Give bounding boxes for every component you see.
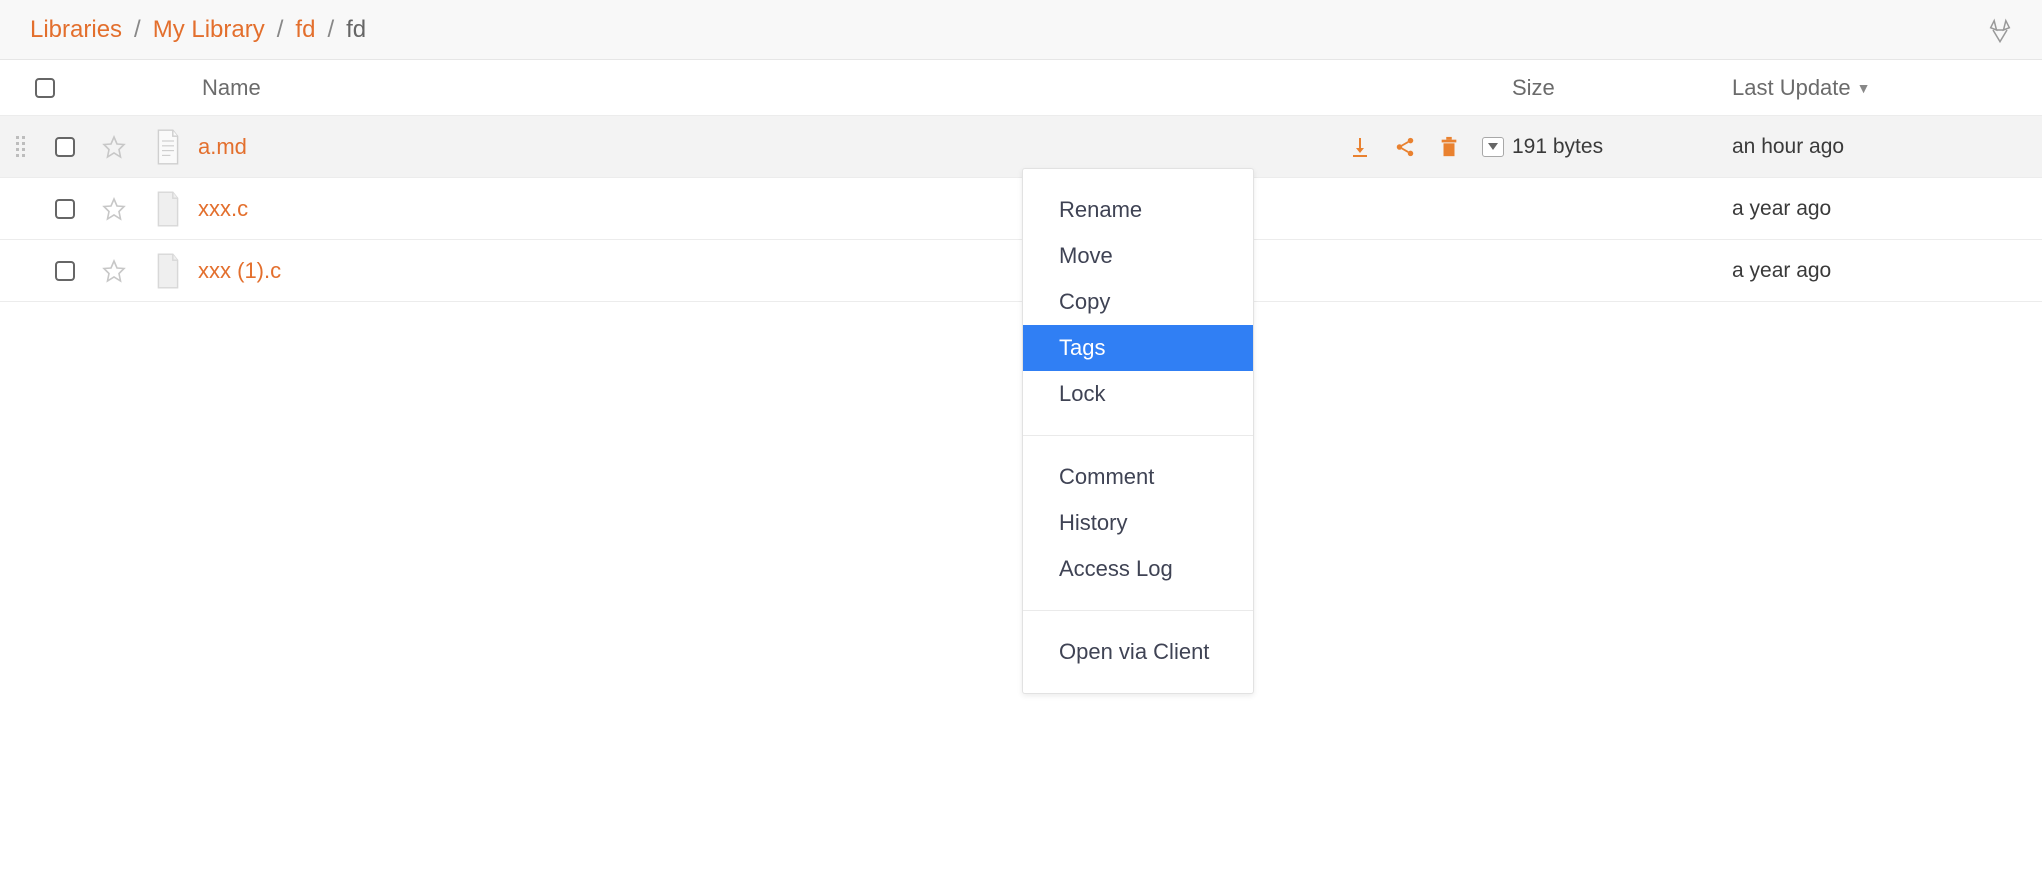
breadcrumb-bar: Libraries / My Library / fd / fd	[0, 0, 2042, 60]
table-row[interactable]: a.md 191 bytes an hour ago	[0, 116, 2042, 178]
file-blank-icon	[138, 253, 198, 289]
menu-item-move[interactable]: Move	[1023, 233, 1253, 279]
row-checkbox[interactable]	[55, 199, 75, 219]
row-checkbox[interactable]	[55, 261, 75, 281]
table-row[interactable]: xxx (1).c a year ago	[0, 240, 2042, 302]
drag-handle-icon[interactable]	[0, 136, 40, 157]
file-text-icon	[138, 129, 198, 165]
menu-separator	[1023, 435, 1253, 436]
menu-item-comment[interactable]: Comment	[1023, 454, 1253, 500]
menu-item-tags[interactable]: Tags	[1023, 325, 1253, 371]
download-icon[interactable]	[1348, 135, 1372, 159]
star-icon[interactable]	[90, 197, 138, 221]
menu-item-open-via-client[interactable]: Open via Client	[1023, 629, 1253, 675]
file-name-link[interactable]: xxx.c	[198, 196, 248, 221]
file-last-update: a year ago	[1732, 197, 2022, 221]
breadcrumb-current: fd	[346, 16, 366, 44]
menu-item-history[interactable]: History	[1023, 500, 1253, 546]
file-last-update: an hour ago	[1732, 135, 2022, 159]
star-icon[interactable]	[90, 135, 138, 159]
menu-item-rename[interactable]: Rename	[1023, 187, 1253, 233]
column-header-last-update[interactable]: Last Update ▼	[1732, 75, 2022, 101]
table-row[interactable]: xxx.c a year ago	[0, 178, 2042, 240]
breadcrumb-separator: /	[327, 16, 334, 44]
star-icon[interactable]	[90, 259, 138, 283]
menu-item-access-log[interactable]: Access Log	[1023, 546, 1253, 592]
share-icon[interactable]	[1394, 136, 1416, 158]
menu-separator	[1023, 610, 1253, 611]
breadcrumb-separator: /	[277, 16, 284, 44]
context-menu: RenameMoveCopyTagsLock CommentHistoryAcce…	[1022, 168, 1254, 694]
column-header-size[interactable]: Size	[1512, 75, 1732, 101]
menu-item-lock[interactable]: Lock	[1023, 371, 1253, 417]
select-all-checkbox[interactable]	[35, 78, 55, 98]
column-header-name[interactable]: Name	[198, 75, 1512, 101]
file-blank-icon	[138, 191, 198, 227]
row-checkbox[interactable]	[55, 137, 75, 157]
file-last-update: a year ago	[1732, 259, 2022, 283]
file-name-link[interactable]: a.md	[198, 134, 247, 160]
trash-icon[interactable]	[1438, 135, 1460, 159]
file-size: 191 bytes	[1512, 135, 1732, 159]
breadcrumb-separator: /	[134, 16, 141, 44]
breadcrumb: Libraries / My Library / fd / fd	[30, 16, 366, 44]
more-actions-button[interactable]	[1482, 137, 1504, 157]
row-actions	[1348, 135, 1512, 159]
table-header: Name Size Last Update ▼	[0, 60, 2042, 116]
breadcrumb-link-libraries[interactable]: Libraries	[30, 16, 122, 44]
file-name-link[interactable]: xxx (1).c	[198, 258, 281, 283]
breadcrumb-link-fd[interactable]: fd	[295, 16, 315, 44]
menu-item-copy[interactable]: Copy	[1023, 279, 1253, 325]
caret-down-icon: ▼	[1857, 80, 1871, 96]
recycle-icon[interactable]	[1986, 16, 2014, 44]
breadcrumb-link-my-library[interactable]: My Library	[153, 16, 265, 44]
